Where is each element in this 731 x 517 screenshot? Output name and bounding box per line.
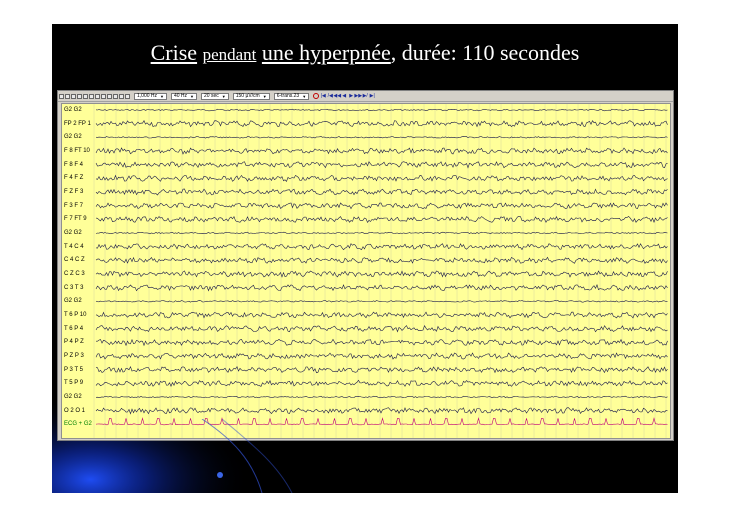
trace-7 bbox=[95, 202, 668, 210]
channel-label: G2 G2 bbox=[64, 107, 82, 113]
montage-icon[interactable] bbox=[95, 93, 100, 99]
high-filter-select-value: 40 Hz bbox=[173, 92, 188, 99]
trace-8 bbox=[95, 215, 668, 224]
trace-21 bbox=[95, 395, 668, 399]
trace-2 bbox=[95, 136, 668, 139]
channel-label: G2 G2 bbox=[64, 134, 82, 141]
trace-19 bbox=[95, 366, 668, 374]
chevron-down-icon: ▼ bbox=[262, 93, 267, 99]
channel-label: C 3 T 3 bbox=[64, 284, 84, 291]
zoom-icon[interactable] bbox=[107, 93, 112, 99]
trace-11 bbox=[95, 256, 668, 264]
filter-icon[interactable] bbox=[101, 93, 106, 99]
trace-6 bbox=[95, 188, 668, 196]
low-filter-select-value: 1,000 Hz bbox=[137, 92, 158, 99]
trace-18 bbox=[95, 352, 668, 360]
toolbar: 1,000 Hz ▼ 40 Hz ▼ 20 sec ▼ 150 µV/cm ▼ 6-trans.… bbox=[58, 91, 673, 102]
title-duration: , durée: 110 secondes bbox=[390, 40, 580, 65]
chevron-down-icon: ▼ bbox=[221, 93, 226, 99]
sensitivity-select[interactable]: 150 µV/cm ▼ bbox=[232, 92, 270, 100]
channel-label: G2 G2 bbox=[64, 230, 82, 236]
swoosh-decoration bbox=[201, 419, 293, 493]
last-page-icon[interactable]: ▶| bbox=[369, 93, 375, 100]
channel-label: P 3 T 5 bbox=[64, 366, 84, 373]
trace-10 bbox=[95, 243, 668, 251]
grid-icon[interactable] bbox=[119, 93, 124, 99]
trace-13 bbox=[95, 284, 668, 292]
copy-icon[interactable] bbox=[83, 93, 88, 99]
trace-16 bbox=[95, 324, 668, 333]
step-back-icon[interactable]: ◀ bbox=[341, 93, 347, 100]
play-icon[interactable]: ▶ bbox=[348, 93, 354, 100]
paste-icon[interactable] bbox=[89, 93, 94, 99]
channel-label: F 8 F 4 bbox=[64, 161, 84, 168]
channel-label: F 7 FT 9 bbox=[64, 216, 87, 223]
trace-22 bbox=[95, 407, 668, 415]
settings-icon[interactable] bbox=[125, 93, 130, 99]
channel-label: F 4 F Z bbox=[64, 175, 84, 182]
eeg-plot[interactable]: G2 G2 FP 2 FP 1 G2 G2 F 8 FT 10 F 8 F 4 F 4 F… bbox=[61, 103, 671, 439]
title-hyperpnee: une hyperpnée bbox=[261, 40, 391, 65]
sensitivity-select-value: 150 µV/cm bbox=[235, 92, 260, 99]
channel-label: T 5 P 9 bbox=[64, 380, 84, 387]
cut-icon[interactable] bbox=[77, 93, 82, 99]
trace-12 bbox=[95, 270, 668, 278]
channel-label: P Z P 3 bbox=[64, 353, 84, 359]
channel-label: O 2 O 1 bbox=[64, 407, 86, 414]
trace-23 bbox=[95, 417, 668, 426]
next-page-icon[interactable]: ▶/ bbox=[362, 93, 368, 100]
fast-back-icon[interactable]: ◀◀ bbox=[333, 93, 341, 100]
time-base-select-value: 20 sec bbox=[204, 92, 219, 99]
channel-label: F Z F 3 bbox=[64, 189, 84, 195]
montage-select-value: 6-trans.23 bbox=[276, 92, 300, 99]
low-filter-select[interactable]: 1,000 Hz ▼ bbox=[134, 92, 167, 100]
channel-label: F 8 FT 10 bbox=[64, 148, 90, 154]
slide-title: Crise pendant une hyperpnée, durée: 110 … bbox=[52, 39, 678, 69]
high-filter-select[interactable]: 40 Hz ▼ bbox=[170, 92, 198, 100]
trace-1 bbox=[95, 120, 668, 128]
channel-label: ECG + G2 bbox=[64, 421, 92, 428]
eeg-traces bbox=[93, 104, 668, 438]
channel-label: T 6 P 4 bbox=[64, 325, 84, 332]
fast-forward-icon[interactable]: ▶▶ bbox=[354, 93, 362, 100]
channel-label: T 4 C 4 bbox=[64, 243, 84, 250]
channel-label: FP 2 FP 1 bbox=[64, 120, 91, 127]
eeg-viewer-window: 1,000 Hz ▼ 40 Hz ▼ 20 sec ▼ 150 µV/cm ▼ 6-trans.… bbox=[57, 90, 674, 441]
trace-3 bbox=[95, 147, 668, 155]
chevron-down-icon: ▼ bbox=[190, 93, 195, 99]
channel-label: C Z C 3 bbox=[64, 271, 85, 277]
prev-page-icon[interactable]: /◀ bbox=[327, 93, 333, 100]
montage-select[interactable]: 6-trans.23 ▼ bbox=[273, 92, 310, 100]
channel-label: P 4 P Z bbox=[64, 339, 84, 346]
open-icon[interactable] bbox=[59, 93, 64, 99]
marker-icon[interactable] bbox=[113, 93, 118, 99]
channel-label: G2 G2 bbox=[64, 394, 82, 400]
channel-label: T 6 P 10 bbox=[64, 312, 87, 318]
trace-5 bbox=[95, 174, 668, 182]
trace-0 bbox=[95, 108, 668, 112]
trace-20 bbox=[95, 379, 668, 387]
chevron-down-icon: ▼ bbox=[160, 93, 164, 99]
title-crise: Crise bbox=[150, 40, 198, 65]
trace-9 bbox=[95, 231, 668, 235]
save-icon[interactable] bbox=[65, 93, 70, 99]
trace-14 bbox=[95, 300, 668, 303]
trace-15 bbox=[95, 311, 668, 319]
channel-label: F 3 F 7 bbox=[64, 202, 84, 209]
slide: Crise pendant une hyperpnée, durée: 110 … bbox=[52, 24, 678, 493]
chevron-down-icon: ▼ bbox=[302, 93, 307, 99]
stop-icon[interactable] bbox=[313, 93, 320, 99]
print-icon[interactable] bbox=[71, 93, 76, 99]
channel-label: C 4 C Z bbox=[64, 257, 85, 264]
first-page-icon[interactable]: |◀ bbox=[320, 93, 326, 100]
time-base-select[interactable]: 20 sec ▼ bbox=[201, 92, 229, 100]
title-pendant: pendant bbox=[202, 45, 257, 64]
trace-4 bbox=[95, 161, 668, 169]
trace-17 bbox=[96, 338, 668, 347]
channel-label: G2 G2 bbox=[64, 298, 82, 305]
